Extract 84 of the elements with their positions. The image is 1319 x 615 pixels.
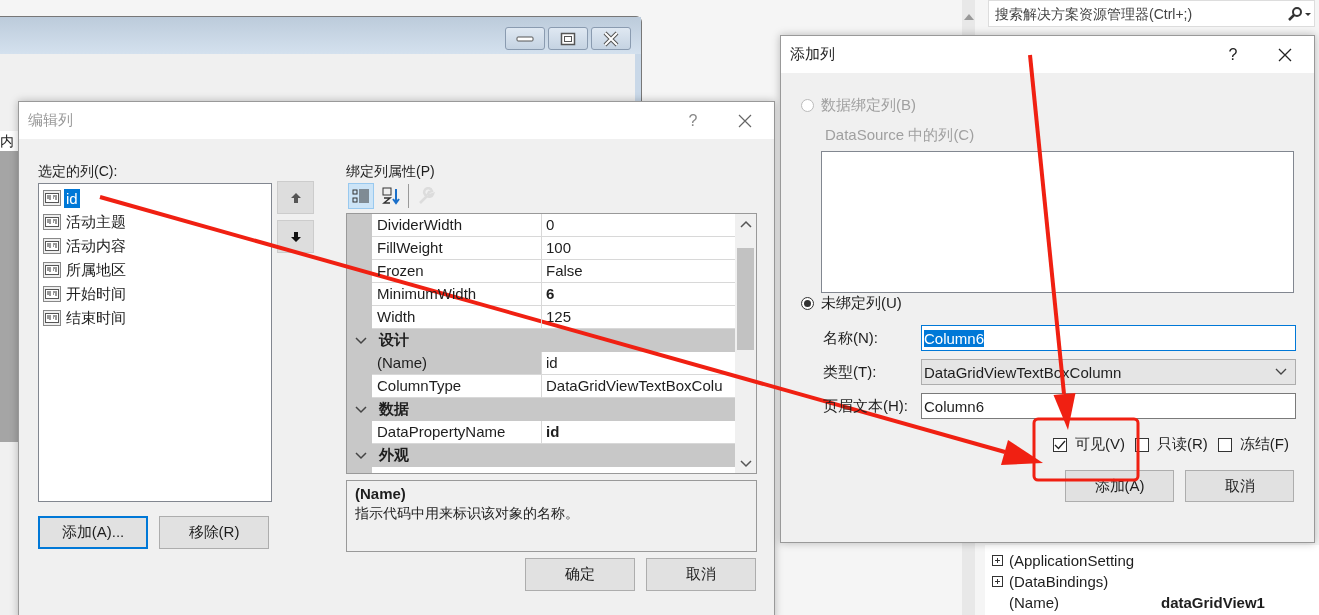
collapse-icon[interactable] (355, 405, 367, 414)
column-item[interactable]: 活动内容 (64, 235, 128, 257)
datasource-list[interactable] (821, 151, 1294, 293)
dialog-title: 编辑列 (28, 111, 74, 130)
description-title: (Name) (355, 485, 406, 502)
scrollbar[interactable] (735, 214, 756, 473)
type-label: 类型(T): (823, 362, 878, 382)
column-item[interactable]: 所属地区 (64, 259, 128, 281)
property-name: (DataBindings) (1009, 573, 1110, 590)
property-name[interactable]: DataPropertyName (372, 421, 542, 443)
categorized-button[interactable] (348, 183, 374, 209)
property-name[interactable]: Frozen (372, 260, 542, 282)
column-item[interactable]: id (64, 188, 80, 208)
property-value[interactable]: id (542, 421, 735, 443)
close-button[interactable] (591, 27, 631, 50)
property-value[interactable]: 0 (542, 214, 735, 236)
up-arrow-icon (289, 191, 302, 204)
header-text-field[interactable]: Column6 (921, 393, 1296, 419)
collapse-icon[interactable] (355, 336, 367, 345)
category-label: 外观 (379, 446, 409, 465)
cancel-button[interactable]: 取消 (646, 558, 756, 591)
property-value[interactable]: False (542, 260, 735, 282)
move-up-button[interactable] (277, 181, 314, 214)
help-button[interactable]: ? (670, 105, 716, 136)
category-label: 数据 (379, 400, 409, 419)
close-icon (738, 113, 752, 128)
maximize-button[interactable] (548, 27, 588, 50)
dialog-title: 添加列 (790, 45, 836, 64)
maximize-icon (560, 31, 576, 46)
remove-button[interactable]: 移除(R) (159, 516, 269, 549)
help-button[interactable]: ? (1210, 39, 1256, 70)
checkbox[interactable]: 冻结(F) (1217, 435, 1289, 454)
close-icon (602, 30, 620, 47)
scroll-up-icon (739, 220, 752, 228)
checkbox[interactable]: 可见(V) (1053, 435, 1125, 454)
collapse-icon[interactable] (355, 451, 367, 460)
category-label: 设计 (379, 331, 409, 350)
property-name: (Name) (1009, 594, 1060, 611)
property-value[interactable]: 6 (542, 283, 735, 305)
textbox-column-icon (43, 286, 61, 302)
property-value[interactable]: 125 (542, 306, 735, 328)
expand-icon[interactable] (992, 576, 1003, 587)
categorized-icon (352, 188, 370, 204)
properties-label: 绑定列属性(P) (346, 163, 436, 181)
add-button[interactable]: 添加(A)... (38, 516, 148, 549)
sort-icon (382, 187, 400, 205)
minimize-icon (516, 35, 534, 42)
datasource-label: DataSource 中的列(C) (825, 126, 975, 145)
property-name[interactable]: DividerWidth (372, 214, 542, 236)
checkbox[interactable]: 只读(R) (1135, 435, 1208, 454)
textbox-column-icon (43, 310, 61, 326)
name-field[interactable]: Column6 (921, 325, 1296, 351)
property-value[interactable]: id (542, 352, 735, 374)
description-text: 指示代码中用来标识该对象的名称。 (355, 505, 579, 523)
property-name[interactable]: Width (372, 306, 542, 328)
column-header: 内 (0, 131, 18, 151)
property-value: dataGridView1 (1161, 594, 1265, 611)
textbox-column-icon (43, 238, 61, 254)
property-value[interactable]: DataGridViewTextBoxColu (542, 375, 735, 397)
name-label: 名称(N): (823, 328, 879, 348)
property-name[interactable]: (Name) (372, 352, 542, 374)
unbound-column-radio[interactable]: 未绑定列(U) (801, 293, 902, 313)
property-name: (ApplicationSetting (1009, 552, 1136, 569)
column-item[interactable]: 结束时间 (64, 307, 128, 329)
selected-columns-label: 选定的列(C): (38, 163, 119, 181)
property-name[interactable]: FillWeight (372, 237, 542, 259)
checkmark-icon (1054, 439, 1066, 450)
textbox-column-icon (43, 190, 61, 206)
textbox-column-icon (43, 262, 61, 278)
expand-icon[interactable] (992, 555, 1003, 566)
column-item[interactable]: 活动主题 (64, 211, 128, 233)
chevron-down-icon (1275, 368, 1287, 376)
cancel-button[interactable]: 取消 (1185, 470, 1294, 502)
property-name[interactable]: ColumnType (372, 375, 542, 397)
column-item[interactable]: 开始时间 (64, 283, 128, 305)
property-value[interactable]: 100 (542, 237, 735, 259)
textbox-column-icon (43, 214, 61, 230)
close-icon (1278, 47, 1292, 62)
search-field[interactable]: 搜索解决方案资源管理器(Ctrl+;) (988, 0, 1315, 27)
search-icon (1286, 6, 1312, 21)
move-down-button[interactable] (277, 220, 314, 253)
scroll-down-icon (739, 460, 752, 468)
down-arrow-icon (289, 230, 302, 243)
ok-button[interactable]: 确定 (525, 558, 635, 591)
